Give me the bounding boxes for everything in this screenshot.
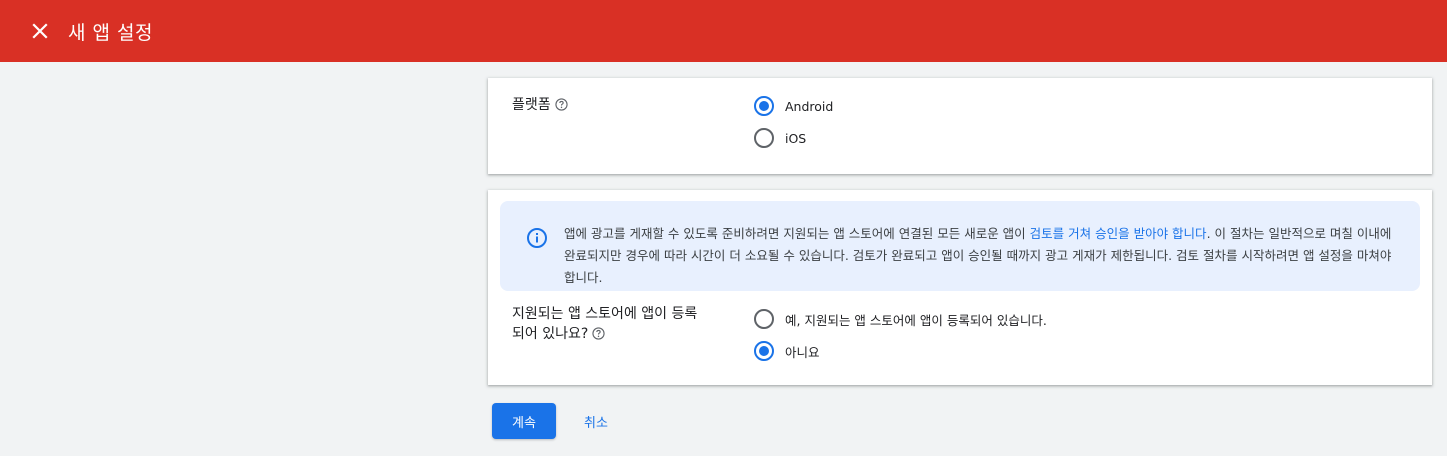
- radio-yes[interactable]: [754, 309, 774, 329]
- radio-no-label: 아니요: [785, 344, 820, 360]
- radio-android-label: Android: [785, 98, 834, 114]
- radio-android[interactable]: [754, 96, 774, 116]
- radio-yes-label: 예, 지원되는 앱 스토어에 앱이 등록되어 있습니다.: [785, 312, 1047, 328]
- radio-ios[interactable]: [754, 128, 774, 148]
- platform-field-label: 플랫폼: [512, 95, 568, 115]
- radio-ios-label: iOS: [785, 130, 807, 146]
- help-circle-icon[interactable]: [592, 327, 605, 340]
- info-text: 앱에 광고를 게재할 수 있도록 준비하려면 지원되는 앱 스토어에 연결된 모…: [564, 223, 1404, 289]
- cancel-button[interactable]: 취소: [566, 403, 626, 439]
- store-option-no[interactable]: 아니요: [754, 341, 820, 361]
- platform-option-ios[interactable]: iOS: [754, 128, 806, 148]
- close-button[interactable]: [28, 19, 52, 43]
- radio-no[interactable]: [754, 341, 774, 361]
- info-text-before: 앱에 광고를 게재할 수 있도록 준비하려면 지원되는 앱 스토어에 연결된 모…: [564, 226, 1030, 241]
- store-label-line1: 지원되는 앱 스토어에 앱이 등록: [512, 306, 698, 322]
- info-icon: [527, 228, 547, 248]
- store-option-yes[interactable]: 예, 지원되는 앱 스토어에 앱이 등록되어 있습니다.: [754, 309, 1047, 329]
- store-card: 앱에 광고를 게재할 수 있도록 준비하려면 지원되는 앱 스토어에 연결된 모…: [488, 190, 1432, 385]
- close-icon: [32, 23, 48, 39]
- store-field-label: 지원되는 앱 스토어에 앱이 등록 되어 있나요?: [512, 304, 697, 344]
- continue-button[interactable]: 계속: [492, 403, 556, 439]
- help-circle-icon[interactable]: [555, 98, 568, 111]
- platform-card: 플랫폼 Android iOS: [488, 78, 1432, 174]
- page-title: 새 앱 설정: [68, 21, 153, 44]
- review-link[interactable]: 검토를 거쳐 승인을 받아야 합니다: [1030, 226, 1207, 241]
- platform-option-android[interactable]: Android: [754, 96, 833, 116]
- app-header: 새 앱 설정: [0, 0, 1447, 62]
- platform-label: 플랫폼: [512, 97, 551, 113]
- store-label-line2: 되어 있나요?: [512, 326, 589, 342]
- info-banner: 앱에 광고를 게재할 수 있도록 준비하려면 지원되는 앱 스토어에 연결된 모…: [500, 201, 1420, 291]
